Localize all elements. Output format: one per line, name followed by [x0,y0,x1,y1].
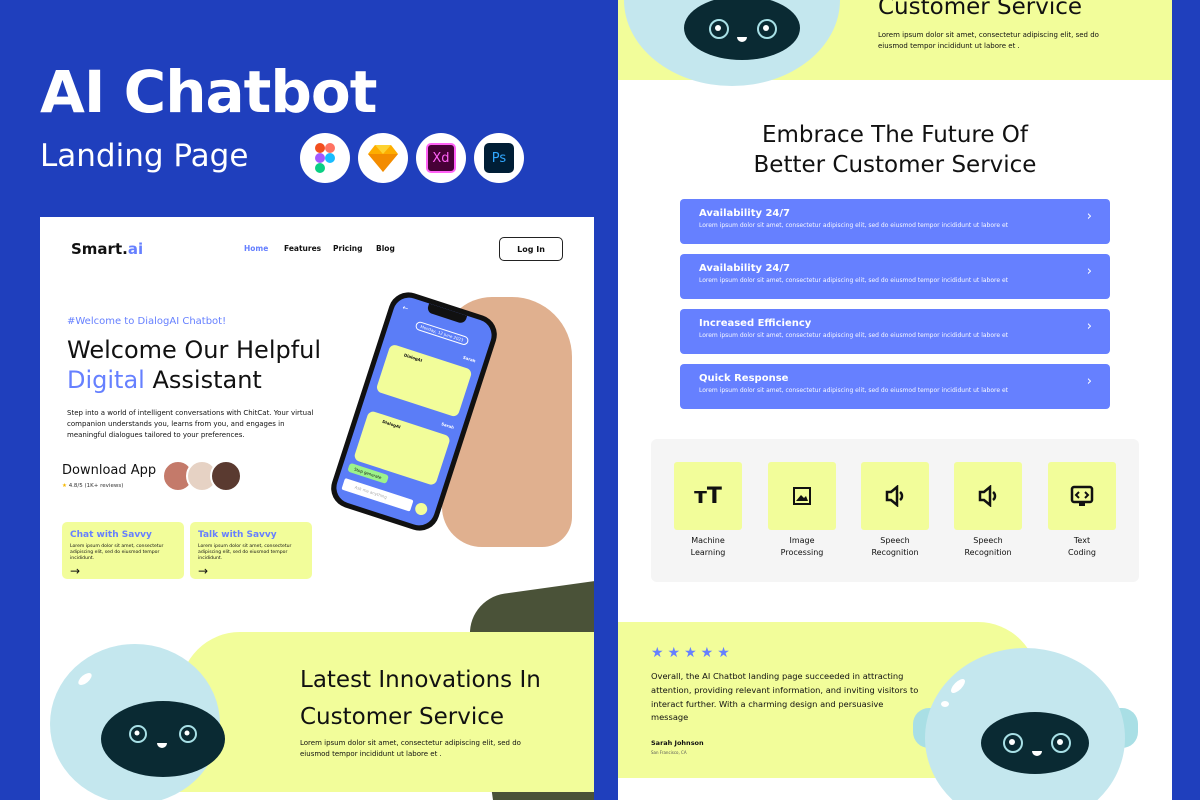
feature-text-coding[interactable]: Text Coding [1048,462,1116,559]
accordion-item[interactable]: Increased Efficiency Lorem ipsum dolor si… [680,309,1110,354]
landing-page-hero-preview: Smart.ai Home Features Pricing Blog Log … [40,217,594,800]
nav-pricing[interactable]: Pricing [333,244,363,253]
chevron-right-icon[interactable]: › [1087,374,1092,389]
logo[interactable]: Smart.ai [71,240,143,258]
chat-date: Monday, 12 June 2023 [414,320,470,347]
accordion-item[interactable]: Quick Response Lorem ipsum dolor sit amet… [680,364,1110,409]
innovations-title: Latest Innovations In Customer Service [300,667,541,730]
arrow-right-icon[interactable]: → [198,564,304,578]
feature-speech-recognition[interactable]: Speech Recognition [954,462,1022,559]
text-size-icon: тT [694,483,722,509]
send-icon[interactable] [413,501,429,517]
innovations-title: Customer Service [878,0,1083,20]
nav-features[interactable]: Features [284,244,321,253]
xd-icon: Xd [416,133,466,183]
accordion-item[interactable]: Availability 24/7 Lorem ipsum dolor sit a… [680,199,1110,244]
robot-mascot [50,644,225,800]
arrow-right-icon[interactable]: → [70,564,176,578]
hero-tag: #Welcome to DialogAI Chatbot! [67,316,227,327]
avatar [210,460,242,492]
hero-description: Step into a world of intelligent convers… [67,409,314,439]
testimonial-quote: Overall, the AI Chatbot landing page suc… [651,671,919,723]
chevron-right-icon[interactable]: › [1087,209,1092,224]
chat-input[interactable]: Ask me anything [341,477,414,512]
feature-machine-learning[interactable]: тT Machine Learning [674,462,742,559]
photoshop-icon: Ps [474,133,524,183]
login-button[interactable]: Log In [499,237,563,261]
landing-page-features-preview: Customer Service Lorem ipsum dolor sit a… [618,0,1172,800]
accordion-item[interactable]: Availability 24/7 Lorem ipsum dolor sit a… [680,254,1110,299]
feature-speech-recognition[interactable]: Speech Recognition [861,462,929,559]
feature-image-processing[interactable]: Image Processing [768,462,836,559]
innovations-text: Lorem ipsum dolor sit amet, consectetur … [878,31,1099,50]
image-icon [793,487,811,505]
testimonial-name: Sarah Johnson [651,739,704,747]
nav-blog[interactable]: Blog [376,244,395,253]
figma-icon [300,133,350,183]
promo-title: AI Chatbot [40,58,377,126]
sketch-icon [358,133,408,183]
chat-card[interactable]: Chat with Savvy Lorem ipsum dolor sit ame… [62,522,184,579]
download-app-label[interactable]: Download App [62,463,156,478]
testimonial-location: San Francisco, CA [651,750,687,755]
features-grid: тT Machine Learning Image Processing Speech… [651,439,1139,582]
star-icon: ★ [62,483,67,489]
chevron-right-icon[interactable]: › [1087,319,1092,334]
chevron-right-icon[interactable]: › [1087,264,1092,279]
chat-user: Sarah [462,354,477,364]
code-monitor-icon [1070,485,1094,506]
nav-home[interactable]: Home [244,244,268,253]
talk-card[interactable]: Talk with Savvy Lorem ipsum dolor sit ame… [190,522,312,579]
back-arrow-icon[interactable]: ← [401,304,409,313]
robot-mascot [913,648,1138,800]
rating-stars: ★★★★★ [651,645,734,661]
speaker-icon [978,485,997,507]
speaker-icon [885,485,904,507]
rating: ★ 4.8/5 (1K+ reviews) [62,483,124,489]
promo-subtitle: Landing Page [40,138,249,174]
innovations-text: Lorem ipsum dolor sit amet, consectetur … [300,739,521,758]
embrace-title: Embrace The Future Of Better Customer Ser… [753,122,1037,178]
robot-mascot [624,0,840,86]
hero-title: Welcome Our Helpful Digital Assistant [67,336,322,394]
